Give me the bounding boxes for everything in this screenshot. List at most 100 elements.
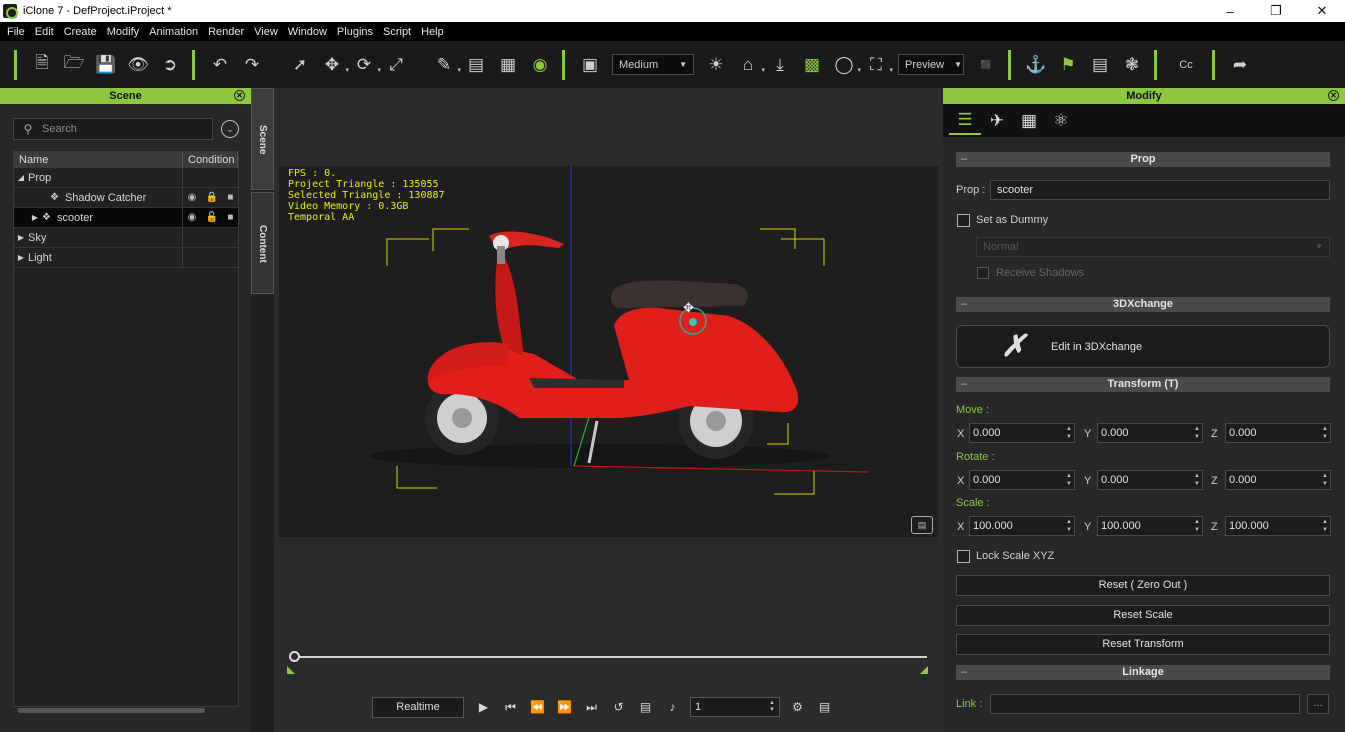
gizmo-toggle-icon[interactable]: ▩: [798, 51, 826, 79]
quality-dropdown[interactable]: Medium ▼: [612, 54, 694, 75]
rotate-x-field[interactable]: 0.000 ▲ ▼: [969, 470, 1075, 490]
tree-row-light[interactable]: ▶ Light: [14, 248, 238, 268]
subtitle-icon[interactable]: ▤: [632, 700, 659, 714]
spin-arrows-icon[interactable]: ▲ ▼: [1064, 425, 1074, 441]
align-tool-icon[interactable]: ▦: [494, 51, 522, 79]
menu-file[interactable]: File: [2, 26, 30, 38]
section-prop[interactable]: – Prop: [956, 152, 1330, 167]
menu-edit[interactable]: Edit: [30, 26, 59, 38]
section-transform[interactable]: – Transform (T): [956, 377, 1330, 392]
preview-render-icon[interactable]: 👁: [124, 51, 152, 79]
spin-arrows-icon[interactable]: ▲ ▼: [1320, 425, 1330, 441]
link-field[interactable]: [990, 694, 1300, 714]
tree-row-prop[interactable]: ◢ Prop: [14, 168, 238, 188]
visibility-eye-icon[interactable]: ◉: [526, 51, 554, 79]
drop-to-floor-icon[interactable]: ⤓: [766, 51, 794, 79]
timeline-playhead[interactable]: [289, 651, 300, 662]
open-folder-icon[interactable]: 🗁: [60, 51, 88, 79]
restore-button[interactable]: ❐: [1253, 3, 1299, 19]
tree-row-sky[interactable]: ▶ Sky: [14, 228, 238, 248]
timeline-panel-icon[interactable]: ▤: [811, 700, 838, 714]
timeline-start-marker[interactable]: [287, 666, 295, 674]
link-browse-button[interactable]: ...: [1307, 694, 1329, 714]
play-icon[interactable]: ▶: [470, 700, 497, 714]
expand-right-icon[interactable]: ▶: [14, 253, 28, 262]
character-anchor-icon[interactable]: ⚓: [1022, 51, 1050, 79]
goto-end-icon[interactable]: ⏭: [578, 700, 605, 715]
home-camera-icon[interactable]: ⌂ ▾: [734, 51, 765, 79]
menu-create[interactable]: Create: [59, 26, 102, 38]
timeline-track[interactable]: [294, 656, 927, 658]
expand-down-icon[interactable]: ◢: [14, 173, 28, 182]
lock-scale-checkbox[interactable]: [957, 550, 970, 563]
spin-arrows-icon[interactable]: ▲ ▼: [1192, 472, 1202, 488]
goto-start-icon[interactable]: ⏮: [497, 700, 524, 715]
visible-eye-icon[interactable]: ◉: [188, 212, 197, 223]
frame-selected-icon[interactable]: ⛶ ▾: [862, 51, 893, 79]
spin-arrows-icon[interactable]: ▲ ▼: [1320, 518, 1330, 534]
reset-scale-button[interactable]: Reset Scale: [956, 605, 1330, 626]
frame-input[interactable]: 1 ▲ ▼: [690, 697, 780, 717]
spin-arrows-icon[interactable]: ▲ ▼: [769, 700, 775, 714]
receive-shadows-checkbox[interactable]: [977, 267, 989, 279]
spin-arrows-icon[interactable]: ▲ ▼: [1064, 518, 1074, 534]
rotate-y-field[interactable]: 0.000 ▲ ▼: [1097, 470, 1203, 490]
move-tool-icon[interactable]: ✥ ▾: [318, 51, 349, 79]
tab-scene[interactable]: Scene: [251, 88, 274, 190]
menu-view[interactable]: View: [249, 26, 283, 38]
menu-render[interactable]: Render: [203, 26, 249, 38]
menu-modify[interactable]: Modify: [102, 26, 144, 38]
minimize-button[interactable]: –: [1207, 4, 1253, 19]
flag-icon[interactable]: ⚑: [1054, 51, 1082, 79]
reset-transform-button[interactable]: Reset Transform: [956, 634, 1330, 655]
render-cube-icon[interactable]: ■: [227, 212, 233, 223]
shadow-mode-select[interactable]: Normal ▼: [976, 237, 1330, 257]
settings-gear-icon[interactable]: ⚙: [784, 700, 811, 714]
section-linkage[interactable]: – Linkage: [956, 665, 1330, 680]
redo-icon[interactable]: ↷: [238, 51, 266, 79]
scale-z-field[interactable]: 100.000 ▲ ▼: [1225, 516, 1331, 536]
spin-arrows-icon[interactable]: ▲ ▼: [1320, 472, 1330, 488]
move-y-field[interactable]: 0.000 ▲ ▼: [1097, 423, 1203, 443]
rotate-z-field[interactable]: 0.000 ▲ ▼: [1225, 470, 1331, 490]
animation-runner-icon[interactable]: ✈: [981, 107, 1013, 135]
horizontal-scrollbar[interactable]: [18, 708, 205, 713]
column-name[interactable]: Name: [14, 152, 183, 168]
comment-icon[interactable]: ▤: [911, 516, 933, 534]
spin-arrows-icon[interactable]: ▲ ▼: [1064, 472, 1074, 488]
rotate-tool-icon[interactable]: ⟳ ▾: [350, 51, 381, 79]
motion-path-icon[interactable]: ❃: [1118, 51, 1146, 79]
reset-zero-out-button[interactable]: Reset ( Zero Out ): [956, 575, 1330, 596]
select-arrow-icon[interactable]: ➚: [286, 51, 314, 79]
character-creator-icon[interactable]: Cc: [1168, 51, 1204, 79]
save-icon[interactable]: 💾: [92, 51, 120, 79]
menu-script[interactable]: Script: [378, 26, 416, 38]
lock-icon[interactable]: 🔒: [206, 192, 218, 203]
tree-row-shadow-catcher[interactable]: ❖ Shadow Catcher ◉ 🔒 ■: [14, 188, 238, 208]
close-icon[interactable]: ✕: [234, 90, 245, 101]
viewport-layout-icon[interactable]: ▣: [576, 51, 604, 79]
tab-content[interactable]: Content: [251, 192, 274, 294]
move-z-field[interactable]: 0.000 ▲ ▼: [1225, 423, 1331, 443]
expand-right-icon[interactable]: ▶: [28, 213, 42, 222]
section-3dxchange[interactable]: – 3DXchange: [956, 297, 1330, 312]
scale-y-field[interactable]: 100.000 ▲ ▼: [1097, 516, 1203, 536]
menu-plugins[interactable]: Plugins: [332, 26, 378, 38]
next-frame-icon[interactable]: ⏩: [551, 700, 578, 714]
align-left-icon[interactable]: ▤: [462, 51, 490, 79]
plugin-icon[interactable]: ➦: [1226, 51, 1254, 79]
column-condition[interactable]: Condition: [183, 152, 238, 168]
search-input[interactable]: [42, 123, 202, 135]
close-window-button[interactable]: ✕: [1299, 3, 1345, 19]
music-note-icon[interactable]: ♪: [659, 700, 686, 714]
spin-arrows-icon[interactable]: ▲ ▼: [1192, 425, 1202, 441]
expand-right-icon[interactable]: ▶: [14, 233, 28, 242]
scale-tool-icon[interactable]: ⤢: [382, 51, 410, 79]
render-cube-icon[interactable]: ■: [227, 192, 233, 203]
undo-icon[interactable]: ↶: [206, 51, 234, 79]
menu-help[interactable]: Help: [416, 26, 449, 38]
video-camera-icon[interactable]: ◾: [972, 51, 1000, 79]
timeline-end-marker[interactable]: [920, 666, 928, 674]
pick-parent-icon[interactable]: ✎ ▾: [430, 51, 461, 79]
edit-in-3dxchange-button[interactable]: ✗ Edit in 3DXchange: [956, 325, 1330, 368]
